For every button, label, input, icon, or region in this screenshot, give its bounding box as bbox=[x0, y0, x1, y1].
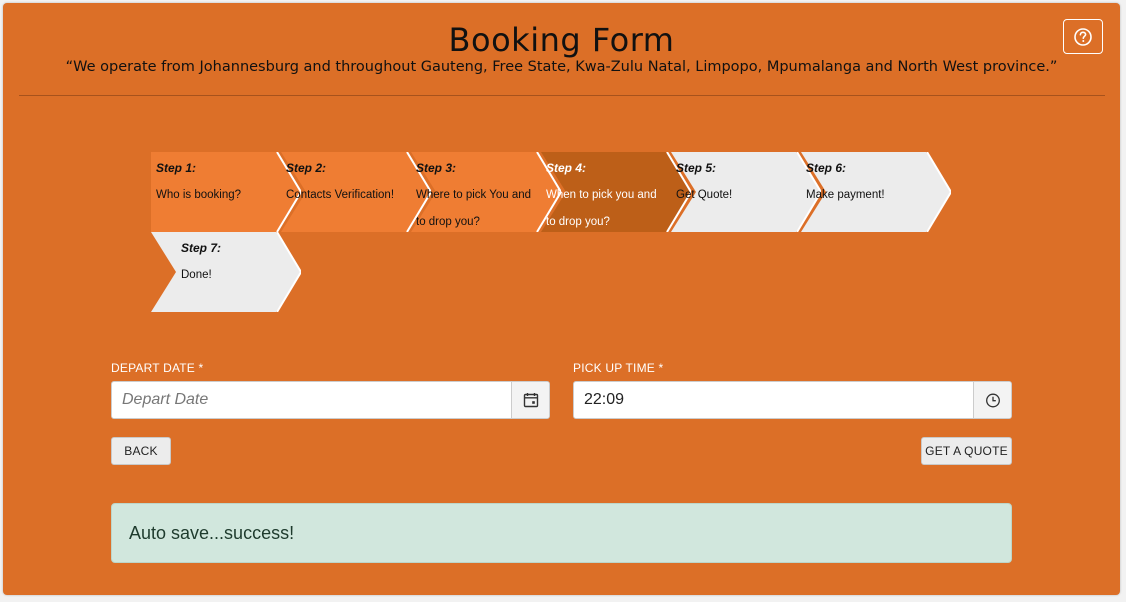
step-title: Step 5: bbox=[676, 161, 717, 175]
step-title: Step 1: bbox=[156, 161, 197, 175]
date-picker-button[interactable] bbox=[511, 382, 549, 418]
step-description: Who is booking? bbox=[156, 189, 242, 201]
page-title: Booking Form bbox=[448, 21, 675, 59]
calendar-icon bbox=[523, 393, 538, 408]
booking-panel: Booking Form “We operate from Johannesbu… bbox=[3, 3, 1120, 595]
step-title: Step 6: bbox=[806, 161, 847, 175]
step-7[interactable]: Step 7: Done! bbox=[151, 232, 301, 312]
step-title: Step 2: bbox=[286, 161, 327, 175]
question-circle-icon bbox=[1074, 27, 1092, 46]
step-2[interactable]: Step 2: Contacts Verification! bbox=[281, 152, 431, 232]
step-title: Step 3: bbox=[416, 161, 457, 175]
page-subtitle: “We operate from Johannesburg and throug… bbox=[65, 59, 1058, 75]
header-divider bbox=[19, 95, 1105, 96]
depart-date-input[interactable] bbox=[112, 382, 512, 418]
step-3[interactable]: Step 3: Where to pick You and to drop yo… bbox=[411, 152, 561, 232]
step-title: Step 7: bbox=[181, 241, 222, 255]
pickup-time-input[interactable] bbox=[574, 382, 974, 418]
clock-icon bbox=[985, 393, 1000, 408]
step-description: Make payment! bbox=[806, 189, 885, 201]
step-6[interactable]: Step 6: Make payment! bbox=[801, 152, 951, 232]
pickup-time-group bbox=[573, 381, 1012, 419]
help-button[interactable] bbox=[1063, 19, 1103, 54]
step-title: Step 4: bbox=[546, 161, 587, 175]
step-description: When to pick you and to drop you? bbox=[546, 189, 657, 228]
time-picker-button[interactable] bbox=[973, 382, 1011, 418]
step-description: Get Quote! bbox=[676, 189, 733, 201]
depart-date-label: DEPART DATE * bbox=[111, 361, 204, 375]
autosave-alert: Auto save...success! bbox=[111, 503, 1012, 563]
get-quote-button[interactable]: GET A QUOTE bbox=[921, 437, 1012, 465]
depart-date-group bbox=[111, 381, 550, 419]
step-5[interactable]: Step 5: Get Quote! bbox=[671, 152, 821, 232]
pickup-time-label: PICK UP TIME * bbox=[573, 361, 664, 375]
back-button[interactable]: BACK bbox=[111, 437, 171, 465]
step-4[interactable]: Step 4: When to pick you and to drop you… bbox=[541, 152, 691, 232]
step-description: Done! bbox=[181, 269, 212, 281]
step-description: Contacts Verification! bbox=[286, 189, 395, 201]
step-1[interactable]: Step 1: Who is booking? bbox=[151, 152, 301, 232]
step-description: Where to pick You and to drop you? bbox=[416, 189, 532, 228]
